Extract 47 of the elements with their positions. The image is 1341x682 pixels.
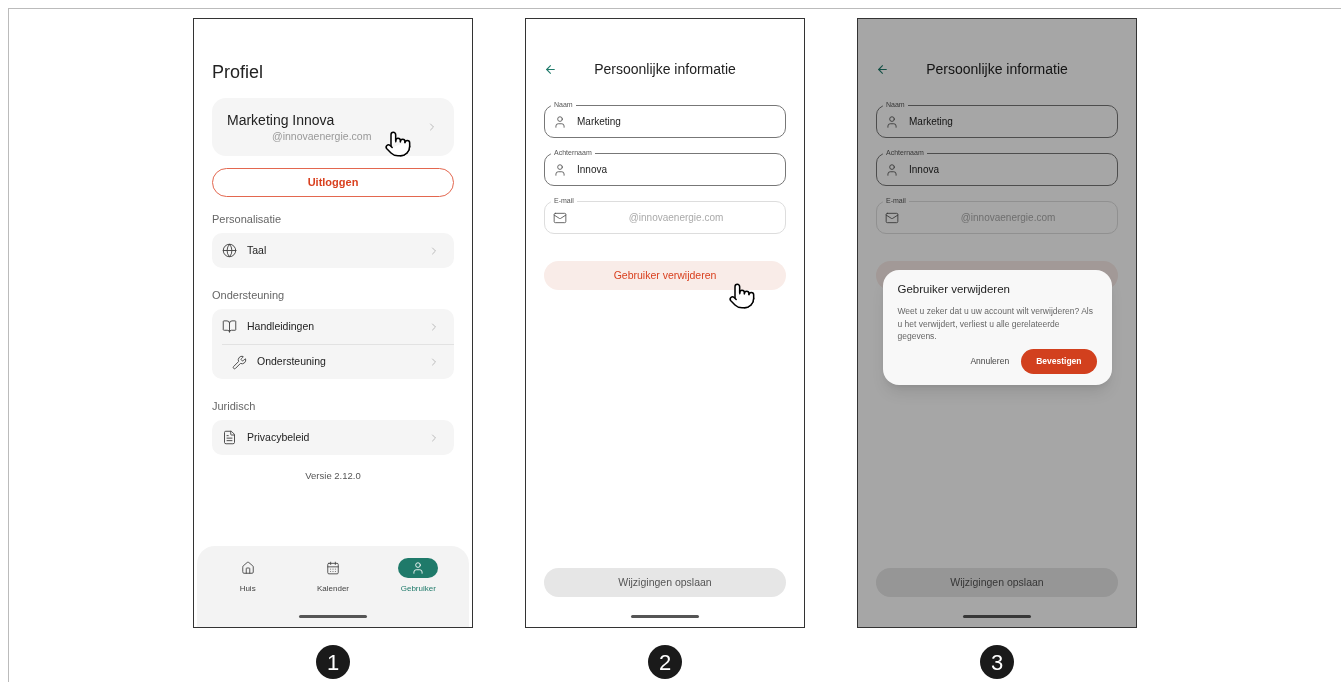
- section-heading: Juridisch: [212, 399, 257, 413]
- back-arrow-icon[interactable]: [876, 62, 889, 76]
- account-card[interactable]: Marketing Innova @innovaenergie.com: [212, 98, 454, 156]
- dialog-message: Weet u zeker dat u uw account wilt verwijderen? Als u het verwijdert, verliest u alle gerelateerde gegevens.: [897, 305, 1094, 343]
- page-title: Profiel: [212, 61, 265, 83]
- nav-tab[interactable]: Gebruiker: [383, 558, 454, 595]
- wrench-icon: [232, 354, 247, 370]
- user-icon: [885, 114, 899, 129]
- globe-icon: [222, 243, 237, 258]
- settings-item[interactable]: Handleidingen: [212, 309, 454, 344]
- user-icon: [411, 561, 426, 575]
- calendar-icon: [326, 561, 340, 575]
- step-number: 3: [980, 645, 1014, 679]
- home-icon: [240, 561, 255, 575]
- home-indicator: [299, 615, 367, 618]
- hand-cursor-icon: [384, 129, 412, 159]
- document-icon: [222, 430, 237, 445]
- home-indicator: [963, 615, 1031, 618]
- settings-item[interactable]: Ondersteuning: [222, 344, 454, 379]
- account-name: Marketing Innova: [227, 111, 336, 129]
- page-title: Persoonlijke informatie: [925, 59, 1069, 79]
- account-email: @innovaenergie.com: [271, 128, 373, 143]
- page-title: Persoonlijke informatie: [593, 59, 737, 79]
- version-text: Versie 2.12.0: [304, 469, 362, 483]
- section-heading: Personalisatie: [212, 212, 283, 226]
- section-heading: Ondersteuning: [212, 288, 286, 302]
- delete-user-button[interactable]: Gebruiker verwijderen: [544, 261, 786, 290]
- user-icon: [553, 162, 567, 177]
- settings-item[interactable]: Privacybeleid: [212, 420, 454, 455]
- nav-tab[interactable]: Huis: [212, 558, 283, 595]
- save-button[interactable]: Wijzigingen opslaan: [544, 568, 786, 597]
- step-number: 1: [316, 645, 350, 679]
- user-icon: [885, 162, 899, 177]
- mail-icon: [885, 210, 899, 225]
- back-arrow-icon[interactable]: [544, 62, 557, 76]
- cancel-button[interactable]: Annuleren: [970, 354, 1010, 368]
- hand-cursor-icon: [728, 281, 756, 311]
- step-number: 2: [648, 645, 682, 679]
- dialog-title: Gebruiker verwijderen: [897, 282, 1011, 297]
- settings-item[interactable]: Taal: [212, 233, 454, 268]
- book-icon: [222, 319, 237, 334]
- save-button[interactable]: Wijzigingen opslaan: [876, 568, 1118, 597]
- user-icon: [553, 114, 567, 129]
- mail-icon: [553, 210, 567, 225]
- nav-tab[interactable]: Kalender: [298, 558, 368, 595]
- confirm-button[interactable]: Bevestigen: [1021, 348, 1097, 374]
- home-indicator: [631, 615, 699, 618]
